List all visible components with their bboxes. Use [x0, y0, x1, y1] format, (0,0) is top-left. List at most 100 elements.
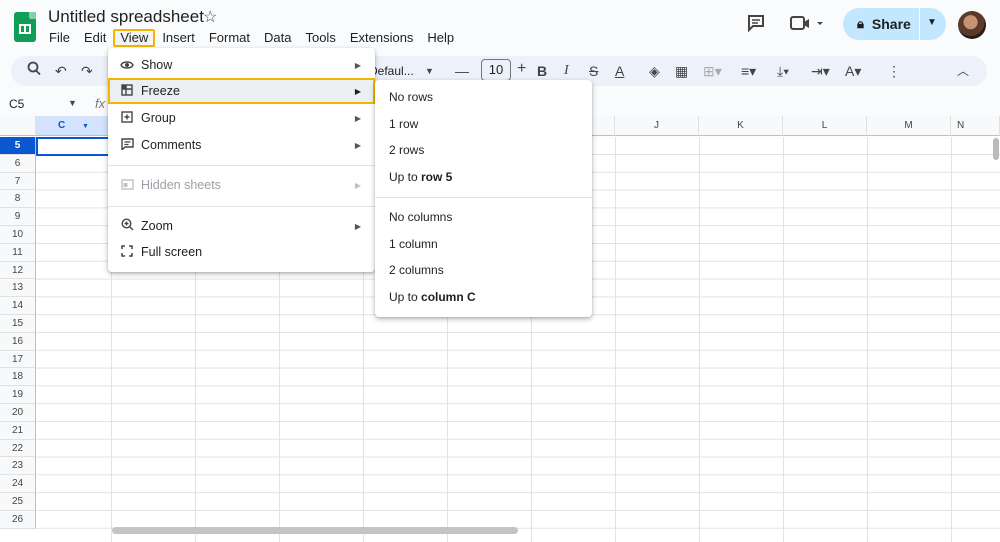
view-menu-show[interactable]: Show ▶ [108, 52, 375, 78]
increase-font-size-icon[interactable]: + [517, 59, 526, 79]
fill-color-icon[interactable]: ◈ [649, 61, 660, 81]
menu-data[interactable]: Data [257, 29, 298, 47]
menu-help[interactable]: Help [420, 29, 461, 47]
share-button[interactable]: 🔒︎ Share ▼ [843, 8, 946, 40]
text-color-icon[interactable]: A [615, 61, 624, 81]
freeze-2-rows[interactable]: 2 rows [389, 137, 424, 163]
vertical-align-icon[interactable]: ⤓▾ [777, 61, 789, 81]
freeze-submenu: No rows 1 row 2 rows Up to row 5 No colu… [375, 80, 592, 317]
row-header[interactable]: 21 [0, 421, 36, 440]
row-header[interactable]: 12 [0, 261, 36, 280]
menu-file[interactable]: File [42, 29, 77, 47]
text-rotation-icon[interactable]: A▾ [845, 61, 861, 81]
horizontal-scrollbar[interactable] [112, 527, 518, 534]
view-menu-zoom[interactable]: Zoom ▶ [108, 213, 375, 239]
row-header[interactable]: 17 [0, 350, 36, 369]
menu-divider [375, 197, 592, 198]
column-header-l[interactable]: L [783, 116, 867, 136]
row-header[interactable]: 9 [0, 208, 36, 226]
row-header[interactable]: 16 [0, 332, 36, 351]
menu-tools[interactable]: Tools [298, 29, 342, 47]
bold-icon[interactable]: B [537, 61, 547, 81]
search-menus-icon[interactable] [27, 61, 41, 82]
view-menu-freeze[interactable]: Freeze ▶ [108, 78, 375, 104]
decrease-font-size-icon[interactable]: — [455, 61, 469, 81]
menu-divider [108, 165, 375, 166]
menu-edit[interactable]: Edit [77, 29, 113, 47]
freeze-up-to-row[interactable]: Up to row 5 [389, 164, 452, 190]
row-header[interactable]: 7 [0, 172, 36, 191]
eye-icon [120, 58, 134, 73]
fullscreen-icon [120, 244, 134, 260]
submenu-arrow-icon: ▶ [354, 140, 361, 150]
row-header[interactable]: 11 [0, 243, 36, 262]
row-header[interactable]: 25 [0, 493, 36, 511]
borders-icon[interactable]: ▦ [675, 61, 688, 81]
menu-format[interactable]: Format [202, 29, 257, 47]
more-options-icon[interactable]: ⋮ [887, 61, 901, 81]
group-plus-icon [120, 110, 134, 126]
document-title[interactable]: Untitled spreadsheet [48, 7, 204, 27]
row-header[interactable]: 19 [0, 386, 36, 404]
row-header[interactable]: 13 [0, 279, 36, 298]
sheets-logo-icon[interactable] [14, 12, 36, 42]
font-size-input[interactable]: 10 [481, 59, 511, 81]
row-header[interactable]: 6 [0, 154, 36, 173]
row-header[interactable]: 15 [0, 315, 36, 333]
freeze-up-to-column[interactable]: Up to column C [389, 284, 476, 310]
collapse-toolbar-icon[interactable]: ︿ [957, 61, 969, 81]
column-header-c[interactable]: C ▼ [36, 116, 112, 136]
horizontal-align-icon[interactable]: ≡▾ [741, 61, 756, 81]
select-all-corner[interactable] [0, 116, 36, 136]
row-header[interactable]: 8 [0, 190, 36, 209]
column-menu-caret-icon[interactable]: ▼ [82, 123, 89, 130]
row-header[interactable]: 26 [0, 510, 36, 529]
share-dropdown-caret-icon[interactable]: ▼ [927, 17, 937, 28]
selected-cell-c5[interactable] [36, 137, 112, 156]
column-header-m[interactable]: M [867, 116, 951, 136]
freeze-no-columns[interactable]: No columns [389, 204, 452, 230]
view-menu-group[interactable]: Group ▶ [108, 105, 375, 131]
row-header[interactable]: 23 [0, 457, 36, 476]
column-header-k[interactable]: K [699, 116, 783, 136]
comment-history-icon[interactable] [746, 13, 766, 38]
meet-video-icon[interactable] [790, 14, 824, 37]
font-family-select[interactable]: Defaul... [369, 61, 414, 81]
name-box-caret-icon[interactable]: ▼ [68, 98, 77, 108]
view-menu-comments[interactable]: Comments ▶ [108, 132, 375, 158]
undo-icon[interactable]: ↶ [55, 61, 67, 81]
menu-insert[interactable]: Insert [155, 29, 202, 47]
submenu-arrow-icon: ▶ [354, 180, 361, 190]
freeze-1-column[interactable]: 1 column [389, 231, 438, 257]
freeze-1-row[interactable]: 1 row [389, 111, 418, 137]
menu-bar: File Edit View Insert Format Data Tools … [42, 29, 461, 47]
star-icon[interactable]: ☆ [203, 7, 217, 27]
freeze-no-rows[interactable]: No rows [389, 84, 433, 110]
view-menu-full-screen[interactable]: Full screen [108, 239, 375, 265]
row-header[interactable]: 24 [0, 475, 36, 493]
row-header[interactable]: 22 [0, 439, 36, 458]
row-header[interactable]: 14 [0, 297, 36, 315]
row-header[interactable]: 18 [0, 368, 36, 387]
zoom-icon [120, 218, 134, 234]
merge-cells-icon[interactable]: ⊞▾ [703, 61, 722, 81]
font-family-caret-icon[interactable]: ▼ [425, 61, 434, 81]
column-header-j[interactable]: J [615, 116, 699, 136]
submenu-arrow-icon: ▶ [354, 221, 361, 231]
row-header[interactable]: 5 [0, 137, 36, 155]
row-header[interactable]: 10 [0, 226, 36, 244]
menu-view[interactable]: View [113, 29, 156, 47]
text-wrapping-icon[interactable]: ⇥▾ [811, 61, 830, 81]
italic-icon[interactable]: I [564, 61, 569, 81]
column-header-n[interactable]: N [951, 116, 1000, 136]
row-header[interactable]: 20 [0, 404, 36, 422]
freeze-2-columns[interactable]: 2 columns [389, 257, 444, 283]
menu-extensions[interactable]: Extensions [343, 29, 421, 47]
freeze-grid-icon [120, 83, 134, 99]
strikethrough-icon[interactable]: S [589, 61, 598, 81]
name-box[interactable]: C5 [9, 97, 24, 111]
vertical-scrollbar[interactable] [993, 138, 999, 160]
avatar[interactable] [958, 11, 986, 39]
redo-icon[interactable]: ↷ [81, 61, 93, 81]
menu-divider [108, 206, 375, 207]
